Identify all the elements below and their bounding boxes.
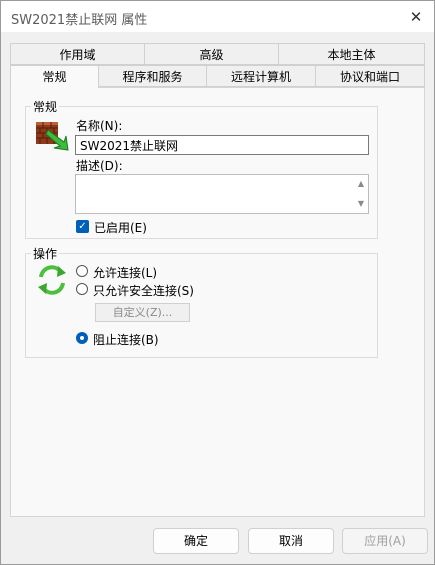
block-radio[interactable] xyxy=(76,332,88,344)
name-label: 名称(N): xyxy=(76,119,123,133)
tab-remote-computers[interactable]: 远程计算机 xyxy=(206,65,316,87)
firewall-icon xyxy=(34,116,70,152)
title-bar: SW2021禁止联网 属性 ✕ xyxy=(1,1,434,32)
cancel-button[interactable]: 取消 xyxy=(248,528,334,554)
tab-local-principals[interactable]: 本地主体 xyxy=(278,43,425,65)
apply-button[interactable]: 应用(A) xyxy=(342,528,428,554)
properties-dialog: SW2021禁止联网 属性 ✕ 作用域 高级 本地主体 常规 程序和服务 远程计… xyxy=(0,0,435,565)
block-label[interactable]: 阻止连接(B) xyxy=(93,331,159,348)
description-textarea[interactable]: ▲ ▼ xyxy=(75,174,369,214)
custom-button[interactable]: 自定义(Z)... xyxy=(95,303,190,322)
close-button[interactable]: ✕ xyxy=(406,7,426,27)
refresh-arrows-icon xyxy=(35,263,69,297)
enabled-label[interactable]: 已启用(E) xyxy=(94,219,147,236)
general-group-label: 常规 xyxy=(31,98,60,115)
name-input[interactable]: SW2021禁止联网 xyxy=(75,135,369,155)
allow-secure-radio[interactable] xyxy=(76,283,88,295)
tab-scope[interactable]: 作用域 xyxy=(10,43,145,65)
action-group-label: 操作 xyxy=(31,245,60,262)
tab-advanced[interactable]: 高级 xyxy=(144,43,279,65)
tab-protocols-ports[interactable]: 协议和端口 xyxy=(315,65,425,87)
scroll-up-icon[interactable]: ▲ xyxy=(356,179,366,189)
window-title: SW2021禁止联网 属性 xyxy=(11,13,148,28)
enabled-checkbox[interactable]: ✓ xyxy=(76,220,89,233)
allow-label[interactable]: 允许连接(L) xyxy=(93,264,157,281)
description-label: 描述(D): xyxy=(76,159,123,173)
ok-button[interactable]: 确定 xyxy=(153,528,239,554)
allow-radio[interactable] xyxy=(76,265,88,277)
tab-general[interactable]: 常规 xyxy=(10,65,99,88)
scroll-down-icon[interactable]: ▼ xyxy=(356,199,366,209)
allow-secure-label[interactable]: 只允许安全连接(S) xyxy=(93,282,194,299)
tab-programs-services[interactable]: 程序和服务 xyxy=(98,65,207,87)
